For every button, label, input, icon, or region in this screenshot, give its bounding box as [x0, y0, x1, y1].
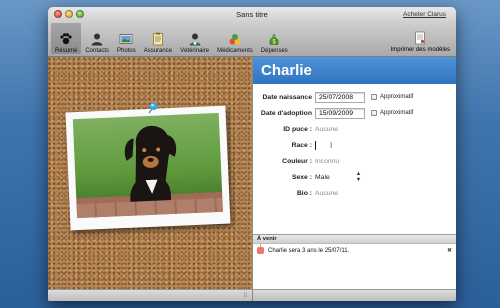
pet-photo — [72, 112, 223, 219]
toolbar-label: Photos — [117, 48, 136, 54]
detail-footer-bar — [253, 289, 456, 301]
window-controls — [54, 10, 84, 18]
birth-date-field[interactable]: 25/07/2008 — [315, 91, 365, 103]
sex-row: Sexe : Male ▲ ▼ — [253, 169, 456, 185]
birthday-cake-icon — [257, 244, 264, 254]
cork-board: ⁞⁞ — [48, 57, 253, 301]
birth-date-row: Date naissance 25/07/2008 Approximatif — [253, 89, 456, 105]
insurance-icon — [150, 31, 165, 46]
app-window: Sans titre Acheter Clarus Résumé Contact… — [48, 7, 456, 301]
sex-label: Sexe : — [291, 173, 312, 181]
text-cursor-icon: I — [330, 140, 333, 150]
chip-id-field[interactable]: Aucune — [315, 126, 338, 133]
resize-grip-icon[interactable]: ⁞⁞ — [244, 293, 247, 299]
adoption-approx-checkbox[interactable]: Approximatif — [371, 110, 413, 116]
toolbar-label: Assurance — [143, 48, 173, 54]
bio-field[interactable]: Aucune — [315, 190, 338, 197]
toolbar-label: Résumé — [55, 48, 78, 54]
toolbar-label: Contacts — [85, 48, 110, 54]
toolbar-medications-button[interactable]: Médicaments — [213, 23, 257, 54]
expenses-icon: $ — [267, 31, 282, 46]
upcoming-item[interactable]: Charlie sera 3 ans le 25/07/11. ✖ — [253, 244, 456, 257]
pushpin-icon — [145, 101, 159, 115]
toolbar-label: Vétérinaire — [180, 48, 210, 54]
birth-approx-checkbox[interactable]: Approximatif — [371, 94, 413, 100]
bio-row: Bio : Aucune — [253, 185, 456, 201]
print-document-icon — [413, 30, 428, 45]
toolbar-label: Dépenses — [260, 48, 288, 54]
sex-select[interactable]: Male — [315, 174, 330, 181]
toolbar-contacts-button[interactable]: Contacts — [81, 23, 113, 54]
photos-icon — [119, 31, 134, 46]
close-button[interactable] — [54, 10, 62, 18]
medications-icon — [227, 31, 242, 46]
main-content: ⁞⁞ Charlie Date naissance 25/07/2008 App… — [48, 57, 456, 301]
checkbox-box — [371, 110, 377, 116]
window-title: Sans titre — [236, 10, 268, 19]
pet-photo-frame[interactable] — [65, 105, 231, 231]
print-templates-button[interactable]: Imprimer des modèles — [388, 23, 453, 54]
cork-footer-bar: ⁞⁞ — [48, 289, 252, 301]
breed-field[interactable] — [315, 140, 316, 150]
toolbar-summary-button[interactable]: Résumé — [51, 23, 82, 54]
chip-id-label: ID puce : — [283, 125, 312, 133]
toolbar-vet-button[interactable]: Vétérinaire — [176, 23, 213, 54]
approx-label: Approximatif — [380, 110, 414, 116]
vet-icon — [187, 31, 202, 46]
title-bar: Sans titre Acheter Clarus — [48, 7, 456, 22]
toolbar-expenses-button[interactable]: $ Dépenses — [257, 23, 292, 54]
birth-date-label: Date naissance — [262, 93, 313, 101]
select-arrows-icon[interactable]: ▲ ▼ — [356, 171, 361, 183]
upcoming-panel: À venir Charlie sera 3 ans le 25/07/11. … — [253, 234, 456, 289]
adoption-date-row: Date d'adoption 15/09/2009 Approximatif — [253, 105, 456, 121]
upcoming-title: À venir — [253, 235, 456, 244]
pet-detail-panel: Charlie Date naissance 25/07/2008 Approx… — [253, 57, 456, 301]
minimize-button[interactable] — [65, 10, 73, 18]
paw-icon — [59, 31, 74, 46]
print-templates-label: Imprimer des modèles — [390, 47, 450, 53]
bio-label: Bio : — [296, 189, 312, 197]
adoption-date-label: Date d'adoption — [260, 109, 312, 117]
toolbar-insurance-button[interactable]: Assurance — [140, 23, 176, 54]
toolbar-label: Médicaments — [217, 48, 253, 54]
approx-label: Approximatif — [380, 94, 414, 100]
buy-link[interactable]: Acheter Clarus — [403, 7, 446, 22]
toolbar-photos-button[interactable]: Photos — [113, 23, 140, 54]
pet-name-header[interactable]: Charlie — [253, 57, 456, 84]
color-field[interactable]: Inconnu — [315, 158, 339, 165]
color-row: Couleur : Inconnu — [253, 153, 456, 169]
chip-id-row: ID puce : Aucune — [253, 121, 456, 137]
contacts-icon — [90, 31, 105, 46]
breed-label: Race : — [291, 141, 312, 149]
upcoming-item-text: Charlie sera 3 ans le 25/07/11. — [268, 247, 350, 254]
adoption-date-field[interactable]: 15/09/2009 — [315, 107, 365, 119]
color-label: Couleur : — [282, 157, 312, 165]
breed-row: Race : I — [253, 137, 456, 153]
zoom-button[interactable] — [76, 10, 84, 18]
checkbox-box — [371, 94, 377, 100]
pet-info-form: Date naissance 25/07/2008 Approximatif D… — [253, 84, 456, 201]
toolbar: Résumé Contacts Photos Assurance Vétérin… — [48, 22, 456, 57]
dismiss-icon[interactable]: ✖ — [447, 247, 452, 254]
